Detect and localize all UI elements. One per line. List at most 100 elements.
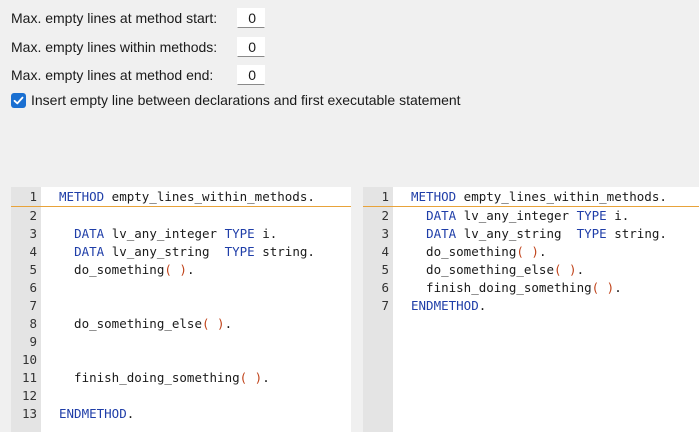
paren-token: ( ) (516, 244, 539, 259)
code-line: 11 finish_doing_something( ). (11, 369, 351, 387)
line-number: 3 (381, 226, 389, 241)
insert-empty-line-option[interactable]: Insert empty line between declarations a… (11, 92, 461, 108)
code-text: do_something( ). (59, 261, 194, 279)
line-number: 6 (29, 280, 37, 295)
identifier-token: . (614, 280, 622, 295)
identifier-token: . (478, 298, 487, 313)
keyword-token: TYPE (224, 226, 255, 241)
identifier-token: lv_any_integer (104, 226, 225, 241)
code-text: ENDMETHOD. (411, 297, 486, 315)
identifier-token: do_something (411, 244, 517, 259)
code-line: 6 finish_doing_something( ). (363, 279, 699, 297)
code-line: 6 (11, 279, 351, 297)
within-label: Max. empty lines within methods: (11, 39, 218, 55)
within-input[interactable] (237, 37, 265, 57)
identifier-token: do_something_else (411, 262, 554, 277)
identifier-token: empty_lines_within_methods. (104, 189, 315, 204)
identifier-token: do_something (59, 262, 165, 277)
code-text: DATA lv_any_integer TYPE i. (59, 225, 277, 243)
setting-end-row: Max. empty lines at method end: (11, 64, 265, 86)
code-lines: 1 METHOD empty_lines_within_methods. 2 DAT… (363, 188, 699, 315)
keyword-token: TYPE (576, 226, 607, 241)
code-line: 12 (11, 387, 351, 405)
identifier-token: lv_any_integer (456, 208, 577, 223)
end-input[interactable] (237, 65, 265, 85)
code-line: 3 DATA lv_any_string TYPE string. (363, 225, 699, 243)
before-code-editor[interactable]: 1 METHOD empty_lines_within_methods. 2 3 DA… (11, 187, 351, 432)
code-text: METHOD empty_lines_within_methods. (411, 188, 667, 206)
keyword-token: ENDMETHOD (411, 298, 479, 313)
code-text: ENDMETHOD. (59, 405, 134, 423)
setting-start-row: Max. empty lines at method start: (11, 7, 265, 29)
identifier-token: empty_lines_within_methods. (456, 189, 667, 204)
keyword-token: TYPE (224, 244, 255, 259)
keyword-token: DATA (74, 226, 105, 241)
line-number: 6 (381, 280, 389, 295)
identifier-token: string. (606, 226, 667, 241)
identifier-token: do_something_else (59, 316, 202, 331)
keyword-token: DATA (74, 244, 105, 259)
identifier-token: . (576, 262, 585, 277)
keyword-token: TYPE (576, 208, 607, 223)
identifier-token: . (538, 244, 547, 259)
line-number: 7 (381, 298, 389, 313)
identifier-token (59, 226, 74, 241)
code-text: do_something_else( ). (59, 315, 232, 333)
line-number: 8 (29, 316, 37, 331)
identifier-token: . (224, 316, 233, 331)
line-number: 4 (29, 244, 37, 259)
code-line: 7 (11, 297, 351, 315)
line-number: 2 (381, 208, 389, 223)
keyword-token: DATA (426, 208, 457, 223)
line-number: 4 (381, 244, 389, 259)
code-line: 7 ENDMETHOD. (363, 297, 699, 315)
line-number: 12 (21, 388, 37, 403)
code-line: 2 (11, 207, 351, 225)
code-text: METHOD empty_lines_within_methods. (59, 188, 315, 206)
insert-empty-line-label: Insert empty line between declarations a… (31, 92, 461, 108)
code-line: 10 (11, 351, 351, 369)
identifier-token: . (262, 370, 270, 385)
code-line: 9 (11, 333, 351, 351)
line-number: 2 (29, 208, 37, 223)
insert-empty-line-checkbox[interactable] (11, 92, 26, 108)
code-text: do_something( ). (411, 243, 546, 261)
after-code-editor[interactable]: 1 METHOD empty_lines_within_methods. 2 DAT… (363, 187, 699, 432)
code-line: 1 METHOD empty_lines_within_methods. (11, 188, 351, 207)
code-text: finish_doing_something( ). (411, 279, 622, 297)
identifier-token: . (186, 262, 195, 277)
line-number: 1 (29, 189, 37, 204)
setting-within-row: Max. empty lines within methods: (11, 36, 265, 58)
code-text: do_something_else( ). (411, 261, 584, 279)
paren-token: ( ) (164, 262, 187, 277)
line-number: 11 (21, 370, 37, 385)
start-label: Max. empty lines at method start: (11, 10, 218, 26)
code-line: 5 do_something( ). (11, 261, 351, 279)
identifier-token: finish_doing_something (59, 370, 240, 385)
identifier-token (411, 208, 426, 223)
checkmark-icon (13, 96, 24, 104)
line-number: 13 (21, 406, 37, 421)
paren-token: ( ) (554, 262, 577, 277)
start-input[interactable] (237, 8, 265, 28)
code-text: finish_doing_something( ). (59, 369, 270, 387)
keyword-token: ENDMETHOD (59, 406, 127, 421)
line-number: 5 (381, 262, 389, 277)
paren-token: ( ) (239, 370, 263, 385)
line-number: 3 (29, 226, 37, 241)
code-line: 5 do_something_else( ). (363, 261, 699, 279)
line-number: 10 (21, 352, 37, 367)
paren-token: ( ) (591, 280, 615, 295)
identifier-token: string. (254, 244, 315, 259)
code-line: 1 METHOD empty_lines_within_methods. (363, 188, 699, 207)
keyword-token: METHOD (411, 189, 457, 204)
identifier-token (411, 226, 426, 241)
code-line: 2 DATA lv_any_integer TYPE i. (363, 207, 699, 225)
code-lines: 1 METHOD empty_lines_within_methods. 2 3 DA… (11, 188, 351, 423)
keyword-token: DATA (426, 226, 457, 241)
identifier-token: . (126, 406, 135, 421)
code-line: 4 do_something( ). (363, 243, 699, 261)
code-line: 8 do_something_else( ). (11, 315, 351, 333)
identifier-token: lv_any_string (456, 226, 577, 241)
line-number: 1 (381, 189, 389, 204)
